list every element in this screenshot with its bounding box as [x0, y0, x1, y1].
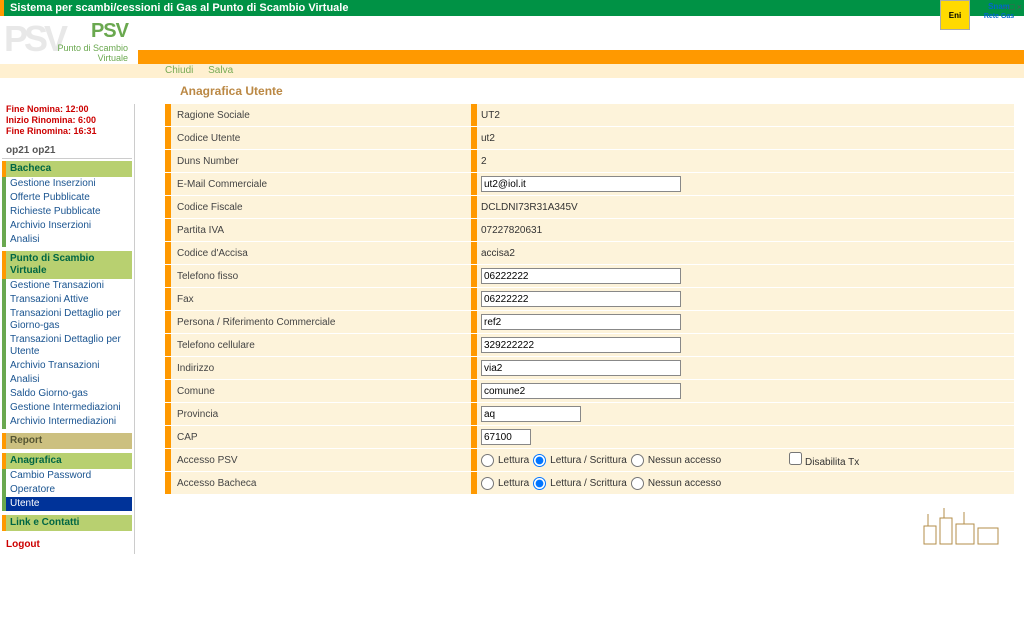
radio-label-psv-nessun: Nessun accesso [648, 455, 721, 466]
nav-offerte-pubblicate[interactable]: Offerte Pubblicate [2, 191, 132, 205]
label-accesso-bacheca: Accesso Bacheca [171, 478, 471, 489]
checkbox-label-disabilita-tx: Disabilita Tx [805, 457, 859, 468]
page-title: Anagrafica Utente [0, 78, 1024, 104]
nav-analisi-bacheca[interactable]: Analisi [2, 233, 132, 247]
nav-gestione-transazioni[interactable]: Gestione Transazioni [2, 279, 132, 293]
radio-psv-lettura[interactable] [481, 454, 494, 467]
orange-strip [134, 50, 1024, 64]
input-cap[interactable] [481, 429, 531, 445]
nav-gestione-intermediazioni[interactable]: Gestione Intermediazioni [2, 401, 132, 415]
psv-logo: PSV Punto di Scambio Virtuale [0, 16, 134, 64]
input-indirizzo[interactable] [481, 360, 681, 376]
label-cellulare: Telefono cellulare [171, 340, 471, 351]
label-partita-iva: Partita IVA [171, 225, 471, 236]
nav-cambio-password[interactable]: Cambio Password [2, 469, 132, 483]
label-codice-fiscale: Codice Fiscale [171, 202, 471, 213]
maximize-icon[interactable]: □ [1009, 2, 1014, 12]
radio-bacheca-lettura[interactable] [481, 477, 494, 490]
window-titlebar: Sistema per scambi/cessioni di Gas al Pu… [0, 0, 1024, 16]
menu-chiudi[interactable]: Chiudi [165, 65, 193, 76]
radio-bacheca-nessun[interactable] [631, 477, 644, 490]
radio-label-psv-lett-scritt: Lettura / Scrittura [550, 455, 627, 466]
nav-logout[interactable]: Logout [2, 535, 132, 554]
label-accesso-psv: Accesso PSV [171, 455, 471, 466]
value-accisa: accisa2 [481, 248, 515, 259]
value-duns: 2 [481, 156, 487, 167]
label-comune: Comune [171, 386, 471, 397]
input-riferimento-commerciale[interactable] [481, 314, 681, 330]
eni-logo: Eni [940, 0, 970, 30]
input-provincia[interactable] [481, 406, 581, 422]
label-duns: Duns Number [171, 156, 471, 167]
nav-trans-dettaglio-utente[interactable]: Transazioni Dettaglio per Utente [2, 333, 132, 359]
radio-label-psv-lettura: Lettura [498, 455, 529, 466]
window-title: Sistema per scambi/cessioni di Gas al Pu… [10, 0, 1024, 16]
radio-label-bacheca-lett-scritt: Lettura / Scrittura [550, 478, 627, 489]
form-menu-bar: Chiudi Salva [0, 64, 1024, 78]
nav-link-contatti[interactable]: Link e Contatti [2, 515, 132, 531]
sidebar: Fine Nomina: 12:00 Inizio Rinomina: 6:00… [0, 104, 134, 554]
checkbox-disabilita-tx[interactable] [789, 452, 802, 465]
radio-psv-nessun[interactable] [631, 454, 644, 467]
input-fax[interactable] [481, 291, 681, 307]
label-fax: Fax [171, 294, 471, 305]
footer-illustration [914, 506, 1004, 546]
value-codice-utente: ut2 [481, 133, 495, 144]
input-comune[interactable] [481, 383, 681, 399]
radio-label-bacheca-nessun: Nessun accesso [648, 478, 721, 489]
radio-psv-lettura-scrittura[interactable] [533, 454, 546, 467]
value-ragione-sociale: UT2 [481, 110, 500, 121]
label-provincia: Provincia [171, 409, 471, 420]
nav-head-bacheca[interactable]: Bacheca [2, 161, 132, 177]
label-indirizzo: Indirizzo [171, 363, 471, 374]
label-accisa: Codice d'Accisa [171, 248, 471, 259]
form-content: Ragione Sociale UT2 Codice Utente ut2 Du… [134, 104, 1024, 554]
nav-head-anagrafica[interactable]: Anagrafica [2, 453, 132, 469]
value-codice-fiscale: DCLDNI73R31A345V [481, 202, 578, 213]
minimize-icon[interactable]: – [1002, 2, 1007, 12]
nav-archivio-transazioni[interactable]: Archivio Transazioni [2, 359, 132, 373]
label-codice-utente: Codice Utente [171, 133, 471, 144]
label-email: E-Mail Commerciale [171, 179, 471, 190]
nav-head-psv[interactable]: Punto di Scambio Virtuale [2, 251, 132, 279]
input-email[interactable] [481, 176, 681, 192]
nav-trans-dettaglio-giorno[interactable]: Transazioni Dettaglio per Giorno-gas [2, 307, 132, 333]
nav-transazioni-attive[interactable]: Transazioni Attive [2, 293, 132, 307]
menu-salva[interactable]: Salva [208, 65, 233, 76]
nav-richieste-pubblicate[interactable]: Richieste Pubblicate [2, 205, 132, 219]
input-cellulare[interactable] [481, 337, 681, 353]
input-tel-fisso[interactable] [481, 268, 681, 284]
nomination-times: Fine Nomina: 12:00 Inizio Rinomina: 6:00… [2, 104, 132, 137]
nav-report[interactable]: Report [2, 433, 132, 449]
nav-utente[interactable]: Utente [2, 497, 132, 511]
nav-saldo-giorno-gas[interactable]: Saldo Giorno-gas [2, 387, 132, 401]
current-user: op21 op21 [2, 143, 132, 159]
value-partita-iva: 07227820631 [481, 225, 542, 236]
label-tel-fisso: Telefono fisso [171, 271, 471, 282]
close-icon[interactable]: × [1017, 2, 1022, 12]
nav-archivio-intermediazioni[interactable]: Archivio Intermediazioni [2, 415, 132, 429]
radio-bacheca-lettura-scrittura[interactable] [533, 477, 546, 490]
radio-label-bacheca-lettura: Lettura [498, 478, 529, 489]
window-controls: – □ × [1002, 2, 1022, 12]
header-row: PSV Punto di Scambio Virtuale [0, 16, 1024, 64]
label-cap: CAP [171, 432, 471, 443]
nav-archivio-inserzioni[interactable]: Archivio Inserzioni [2, 219, 132, 233]
nav-analisi-psv[interactable]: Analisi [2, 373, 132, 387]
nav-gestione-inserzioni[interactable]: Gestione Inserzioni [2, 177, 132, 191]
label-ragione-sociale: Ragione Sociale [171, 110, 471, 121]
nav-operatore[interactable]: Operatore [2, 483, 132, 497]
label-riferimento-commerciale: Persona / Riferimento Commerciale [171, 317, 471, 328]
